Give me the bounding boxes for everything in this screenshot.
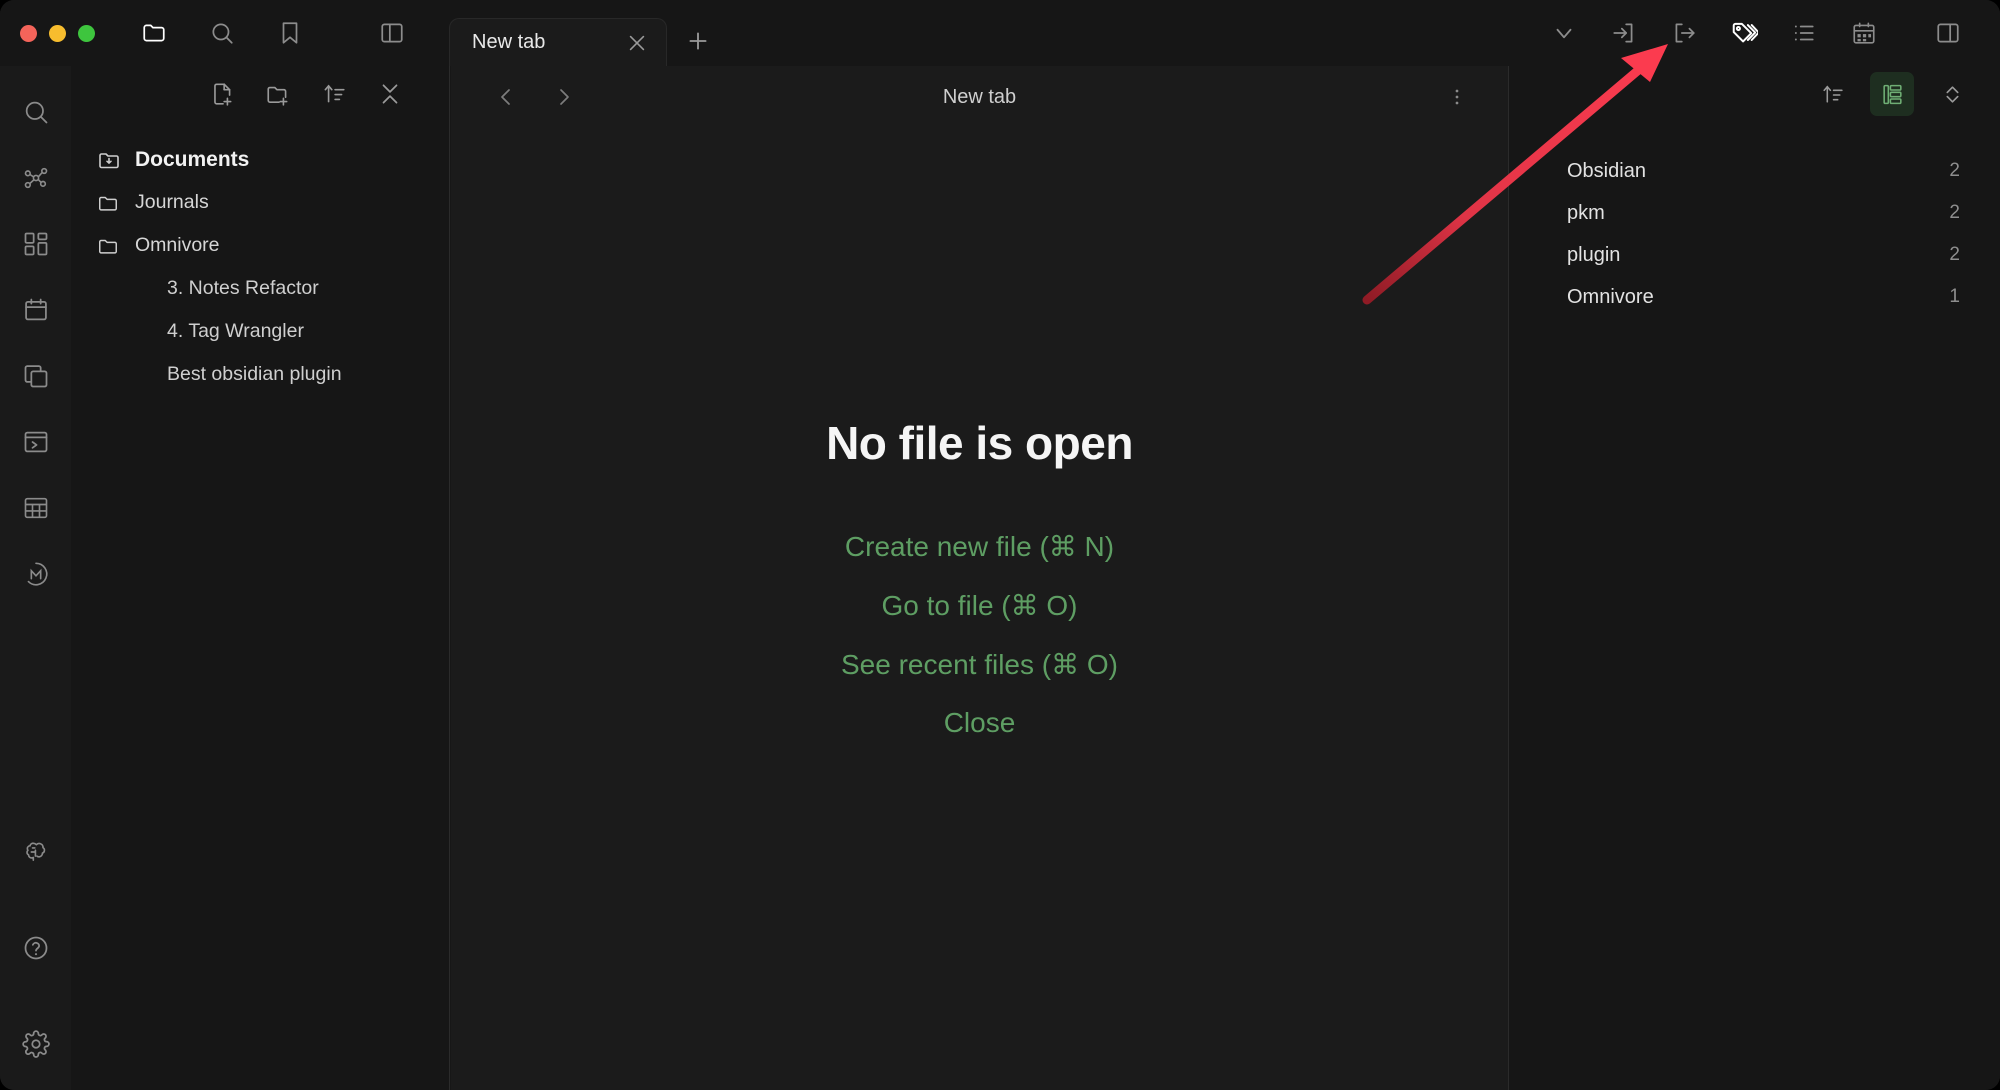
settings-gear-icon[interactable] [12, 1020, 60, 1068]
tree-item-label: 4. Tag Wrangler [167, 320, 304, 342]
close-tab-icon[interactable] [622, 28, 652, 58]
see-recent-files-link[interactable]: See recent files (⌘ O) [841, 648, 1118, 681]
tag-label: Omnivore [1567, 285, 1654, 308]
tab-strip: New tab [449, 0, 721, 66]
tag-list: Obsidian 2 pkm 2 plugin 2 Omnivore 1 [1509, 122, 2000, 318]
view-title: New tab [942, 85, 1017, 108]
tag-count: 1 [1949, 286, 1960, 307]
left-ribbon [0, 66, 71, 1090]
titlebar-right-icons [1534, 10, 2000, 56]
tree-item-vault[interactable]: Documents [71, 138, 449, 181]
tree-item-file-notes-refactor[interactable]: 3. Notes Refactor [71, 267, 449, 310]
tag-label: pkm [1567, 201, 1605, 224]
maximize-window-button[interactable] [78, 24, 95, 42]
tree-item-label: Journals [135, 191, 209, 213]
layers-copy-icon[interactable] [12, 352, 60, 400]
tree-item-folder-journals[interactable]: Journals [71, 181, 449, 224]
calendar-icon[interactable] [12, 286, 60, 334]
forward-icon[interactable] [547, 80, 581, 114]
tag-label: Obsidian [1567, 159, 1646, 182]
tab-label: New tab [472, 31, 546, 53]
navigation-arrows [489, 80, 581, 114]
tree-item-label: Omnivore [135, 234, 220, 256]
back-icon[interactable] [489, 80, 523, 114]
m-circle-logo-icon[interactable] [12, 550, 60, 598]
file-explorer-toolbar [71, 66, 449, 122]
vault-folder-icon [97, 148, 125, 172]
obsidian-window: New tab Documents Journals Omnivore 3. N… [0, 0, 2000, 1090]
sort-icon[interactable] [317, 77, 351, 111]
go-to-file-link[interactable]: Go to file (⌘ O) [881, 589, 1077, 622]
outline-list-icon[interactable] [1774, 10, 1834, 56]
titlebar-left-icons [131, 10, 415, 56]
new-tab-button[interactable] [675, 18, 721, 64]
tree-item-label: 3. Notes Refactor [167, 277, 319, 299]
main-editor-area: New tab No file is open Create new file … [451, 66, 1508, 1090]
new-folder-icon[interactable] [261, 77, 295, 111]
bookmark-icon[interactable] [267, 10, 313, 56]
tree-item-folder-omnivore[interactable]: Omnivore [71, 224, 449, 267]
empty-state-title: No file is open [826, 417, 1133, 469]
new-note-icon[interactable] [205, 77, 239, 111]
file-tree: Documents Journals Omnivore 3. Notes Ref… [71, 122, 449, 396]
right-sidebar-toggle-icon[interactable] [1918, 10, 1978, 56]
tree-item-file-tag-wrangler[interactable]: 4. Tag Wrangler [71, 310, 449, 353]
collapse-all-icon[interactable] [373, 77, 407, 111]
tag-count: 2 [1949, 202, 1960, 223]
empty-state: No file is open Create new file (⌘ N) Go… [451, 416, 1508, 739]
window-controls [20, 24, 95, 42]
arrow-out-of-bracket-icon[interactable] [1654, 10, 1714, 56]
tags-panel-toolbar [1509, 66, 2000, 122]
tag-item-pkm[interactable]: pkm 2 [1509, 192, 2000, 234]
create-new-file-link[interactable]: Create new file (⌘ N) [845, 530, 1114, 563]
tree-item-label: Documents [135, 147, 250, 171]
nested-tags-icon[interactable] [1870, 72, 1914, 116]
ribbon-bottom-group [12, 780, 60, 1090]
help-circle-icon[interactable] [12, 924, 60, 972]
expand-collapse-icon[interactable] [1930, 72, 1974, 116]
left-sidebar-toggle-icon[interactable] [369, 10, 415, 56]
console-window-icon[interactable] [12, 418, 60, 466]
more-options-icon[interactable] [1440, 80, 1474, 114]
tag-item-obsidian[interactable]: Obsidian 2 [1509, 150, 2000, 192]
chevron-down-icon[interactable] [1534, 10, 1594, 56]
folder-icon[interactable] [131, 10, 177, 56]
view-header: New tab [451, 66, 1508, 128]
brain-icon[interactable] [12, 828, 60, 876]
tag-count: 2 [1949, 244, 1960, 265]
canvas-grid-icon[interactable] [12, 220, 60, 268]
arrow-into-bracket-icon[interactable] [1594, 10, 1654, 56]
close-window-button[interactable] [20, 24, 37, 42]
tree-item-file-best-obsidian-plugin[interactable]: Best obsidian plugin [71, 353, 449, 396]
search-icon[interactable] [199, 10, 245, 56]
sort-icon[interactable] [1810, 72, 1854, 116]
tag-label: plugin [1567, 243, 1621, 266]
table-icon[interactable] [12, 484, 60, 532]
tree-item-label: Best obsidian plugin [167, 363, 342, 385]
search-icon[interactable] [12, 88, 60, 136]
graph-view-icon[interactable] [12, 154, 60, 202]
tag-count: 2 [1949, 160, 1960, 181]
minimize-window-button[interactable] [49, 24, 66, 42]
tab-new-tab[interactable]: New tab [449, 18, 667, 66]
tags-icon[interactable] [1714, 10, 1774, 56]
file-explorer-panel: Documents Journals Omnivore 3. Notes Ref… [71, 66, 450, 1090]
folder-icon [97, 235, 125, 257]
title-bar: New tab [0, 0, 2000, 66]
tag-item-plugin[interactable]: plugin 2 [1509, 234, 2000, 276]
calendar-icon[interactable] [1834, 10, 1894, 56]
close-link[interactable]: Close [944, 707, 1016, 739]
folder-icon [97, 192, 125, 214]
tag-item-omnivore[interactable]: Omnivore 1 [1509, 276, 2000, 318]
tags-panel: Obsidian 2 pkm 2 plugin 2 Omnivore 1 [1508, 66, 2000, 1090]
